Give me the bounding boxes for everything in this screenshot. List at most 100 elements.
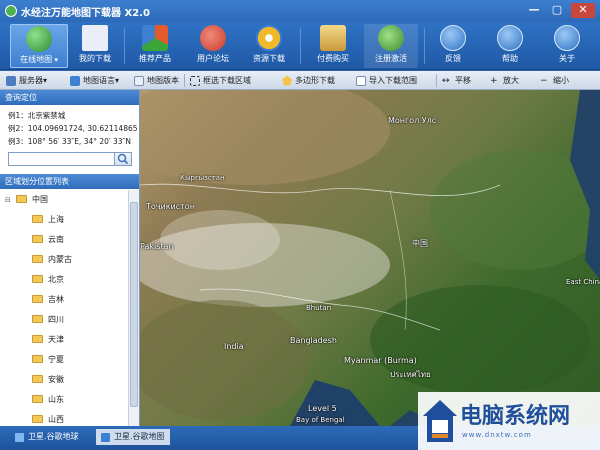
query-example-1: 例1：北京紫禁城 [8,111,66,120]
folder-icon [32,255,43,263]
server-dropdown[interactable]: 服务器 ▾ [6,74,47,87]
polygon-icon [282,75,292,86]
tab-google-earth[interactable]: 卫星.谷歌地球 [10,429,84,445]
tree-item[interactable]: 宁夏 [0,350,128,370]
ribbon-label: 付费购买 [317,54,349,63]
server-label: 服务器 [19,76,43,85]
map-label: Pakistan [140,242,174,251]
watermark-text: 电脑系统网 [460,404,571,429]
ribbon-forum-button[interactable]: 用户论坛 [188,24,238,68]
map-version-button[interactable]: 地图版本 [134,74,179,87]
ribbon-label: 帮助 [502,54,518,63]
import-range-button[interactable]: 导入下载范围 [356,74,417,87]
users-icon [200,25,226,51]
map-label: Кыргызстан [180,174,225,182]
region-tree: ⊟中国 上海 云南 内蒙古 北京 吉林 四川 天津 宁夏 安徽 山东 山西 广东 [0,190,128,426]
language-icon [70,75,80,86]
language-dropdown[interactable]: 地图语言 ▾ [70,74,119,87]
rectangle-select-icon [190,75,200,86]
pan-label: 平移 [455,76,471,85]
cubes-icon [142,25,168,51]
list-icon [82,25,108,51]
cart-icon [320,25,346,51]
ribbon-feedback-button[interactable]: 反馈 [428,24,478,68]
ribbon-divider [124,28,125,64]
tree-item-label: 北京 [48,275,64,284]
tree-item[interactable]: 四川 [0,310,128,330]
ribbon-register-button[interactable]: 注册激活 [364,24,418,68]
close-button[interactable]: ✕ [571,3,595,18]
zoom-out-label: 缩小 [553,76,569,85]
ribbon-label: 在线地图 [20,55,53,64]
map-label: Тоҷикистон [146,202,195,211]
maximize-button[interactable]: ▢ [548,3,566,18]
register-icon [378,25,404,51]
feedback-icon [440,25,466,51]
ribbon-recommended-button[interactable]: 推荐产品 [130,24,180,68]
map-label: Bhutan [306,304,332,312]
folder-icon [32,315,43,323]
ribbon-my-downloads-button[interactable]: 我的下载 [70,24,120,68]
select-region-button[interactable]: 框选下载区域 [190,74,251,87]
ribbon-help-button[interactable]: 帮助 [485,24,535,68]
tree-item[interactable]: 安徽 [0,370,128,390]
pan-button[interactable]: ↔ 平移 [442,74,471,87]
tree-item-label: 山西 [48,415,64,424]
folder-icon [32,395,43,403]
tree-item-label: 安徽 [48,375,64,384]
tab-google-maps[interactable]: 卫星.谷歌地图 [96,429,170,445]
ribbon-purchase-button[interactable]: 付费购买 [306,24,360,68]
satellite-icon [101,432,110,442]
search-button[interactable] [114,152,132,166]
ribbon-label: 关于 [559,54,575,63]
collapse-icon: ⊟ [5,196,11,204]
polygon-download-button[interactable]: 多边形下载 [282,74,335,87]
tree-item[interactable]: 云南 [0,230,128,250]
zoom-in-button[interactable]: + 放大 [490,74,519,87]
tree-item-label: 吉林 [48,295,64,304]
map-label: 中国 [412,239,428,248]
tree-item[interactable]: 山东 [0,390,128,410]
version-icon [134,75,144,86]
import-range-label: 导入下载范围 [369,76,417,85]
ribbon-about-button[interactable]: 关于 [542,24,592,68]
tree-item[interactable]: 山西 [0,410,128,426]
tree-item[interactable]: 吉林 [0,290,128,310]
polygon-label: 多边形下载 [295,76,335,85]
ribbon-label: 我的下载 [79,54,111,63]
ribbon-toolbar: 在线地图 ▾ 我的下载 推荐产品 用户论坛 资源下载 付费购买 注册激活 反馈 … [0,22,600,70]
server-icon [6,75,16,86]
satellite-icon [15,432,24,442]
left-panel: 查询定位 例1：北京紫禁城 例2：104.09691724, 30.621148… [0,90,140,426]
globe-icon [26,26,52,52]
tree-item-label: 山东 [48,395,64,404]
tree-item[interactable]: 北京 [0,270,128,290]
tree-root-label: 中国 [32,195,48,204]
tree-item-label: 云南 [48,235,64,244]
ribbon-online-map-button[interactable]: 在线地图 ▾ [10,24,68,68]
location-search-input[interactable] [8,152,118,166]
tree-item[interactable]: 内蒙古 [0,250,128,270]
title-bar: 水经注万能地图下载器 X2.0 — ▢ ✕ [0,0,600,22]
app-logo-icon [5,5,17,17]
ribbon-divider [424,28,425,64]
ribbon-resources-button[interactable]: 资源下载 [244,24,294,68]
zoom-out-button[interactable]: − 缩小 [540,74,569,87]
folder-icon [16,195,27,203]
map-view[interactable]: Монгол Улс Кыргызстан Тоҷикистон Pakista… [140,90,600,426]
minimize-button[interactable]: — [525,3,543,18]
region-tree-scrollbar[interactable] [128,190,139,426]
tree-item[interactable]: 上海 [0,210,128,230]
scrollbar-thumb[interactable] [130,202,138,407]
tree-item[interactable]: 天津 [0,330,128,350]
info-icon [554,25,580,51]
tree-root-china[interactable]: ⊟ 中国 [0,190,128,210]
help-icon [497,25,523,51]
zoom-level-indicator: Level 5 [308,404,337,413]
folder-icon [32,335,43,343]
map-label: Myanmar (Burma) [344,356,417,365]
tab-label: 卫星.谷歌地图 [114,432,165,441]
folder-icon [32,215,43,223]
map-label: Bangladesh [290,336,337,345]
region-panel-header: 区域划分位置列表 [0,174,139,189]
